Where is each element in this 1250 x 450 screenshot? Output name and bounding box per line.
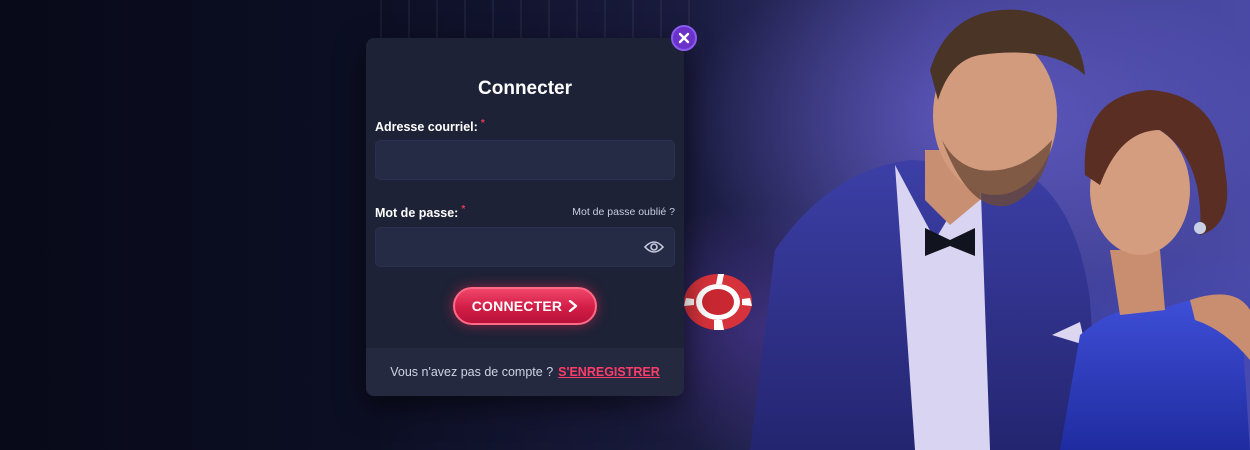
email-label-text: Adresse courriel: (375, 120, 478, 134)
email-input[interactable] (376, 141, 674, 179)
email-label: Adresse courriel: * (375, 118, 485, 134)
hero-illustration (680, 0, 1250, 450)
required-marker: * (480, 118, 485, 129)
password-input[interactable] (376, 228, 674, 266)
background-lights (380, 0, 710, 40)
password-field[interactable] (375, 227, 675, 267)
forgot-password-link[interactable]: Mot de passe oublié ? (572, 206, 675, 218)
no-account-text: Vous n'avez pas de compte ? (390, 365, 554, 379)
close-icon (678, 32, 690, 44)
close-button[interactable] (671, 25, 697, 51)
password-label-text: Mot de passe: (375, 206, 459, 220)
hero-couple-image (750, 9, 1250, 450)
casino-chip-image (684, 272, 756, 332)
connect-button[interactable]: CONNECTER (453, 287, 597, 325)
password-label: Mot de passe: * (375, 204, 466, 220)
chevron-right-icon (569, 300, 578, 312)
required-marker: * (461, 204, 466, 215)
email-field[interactable] (375, 140, 675, 180)
modal-title: Connecter (478, 78, 572, 99)
connect-button-label: CONNECTER (471, 298, 563, 314)
register-link[interactable]: S'ENREGISTRER (558, 365, 660, 379)
login-modal: Connecter Adresse courriel: * Mot de pass… (366, 38, 684, 396)
modal-footer: Vous n'avez pas de compte ? S'ENREGISTRE… (366, 348, 684, 396)
eye-icon[interactable] (644, 239, 664, 255)
